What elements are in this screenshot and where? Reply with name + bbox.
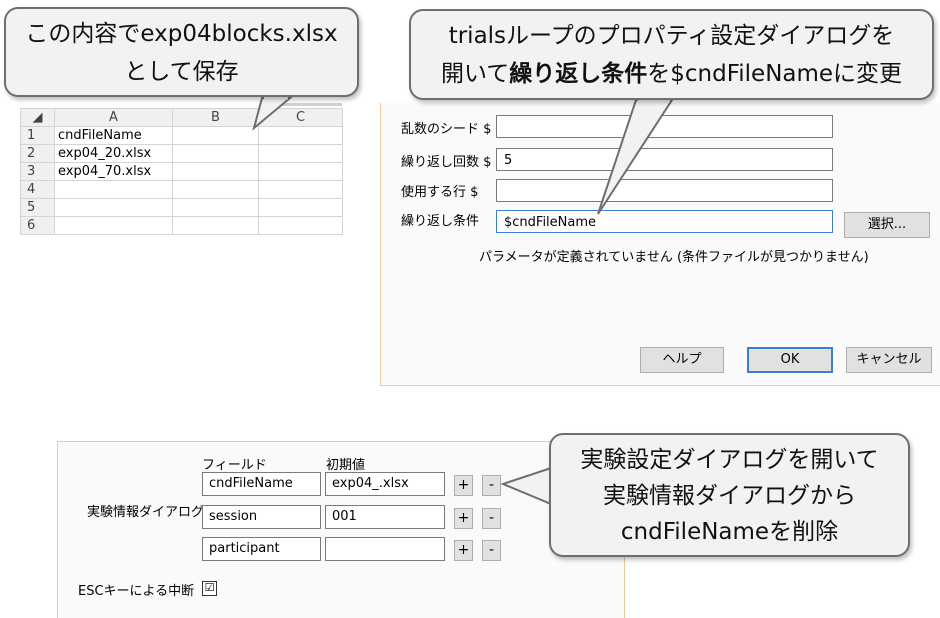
loop-callout-text: 開いて [440,61,510,87]
loop-instruction-callout: trialsループのプロパティ設定ダイアログを 開いて繰り返し条件を$cndFi… [409,9,934,100]
loop-callout-tail [597,99,674,215]
loop-callout-text: を$cndFileNameに変更 [647,61,903,87]
loop-callout-emphasis: 繰り返し条件 [509,61,648,87]
exp-callout-line3: cndFileNameを削除 [620,519,839,545]
save-callout-line1: この内容でexp04blocks.xlsx [25,21,338,47]
exp-callout-line2: 実験情報ダイアログから [603,483,856,509]
loop-callout-line1: trialsループのプロパティ設定ダイアログを [448,23,895,49]
exp-callout-line1: 実験設定ダイアログを開いて [580,447,879,473]
save-instruction-callout: この内容でexp04blocks.xlsx として保存 [4,7,359,97]
save-callout-line2: として保存 [124,59,239,85]
exp-instruction-callout: 実験設定ダイアログを開いて 実験情報ダイアログから cndFileNameを削除 [549,433,910,557]
loop-callout-line2: 開いて繰り返し条件を$cndFileNameに変更 [411,55,932,93]
exp-callout-tail [500,466,552,506]
save-callout-tail [252,97,293,131]
